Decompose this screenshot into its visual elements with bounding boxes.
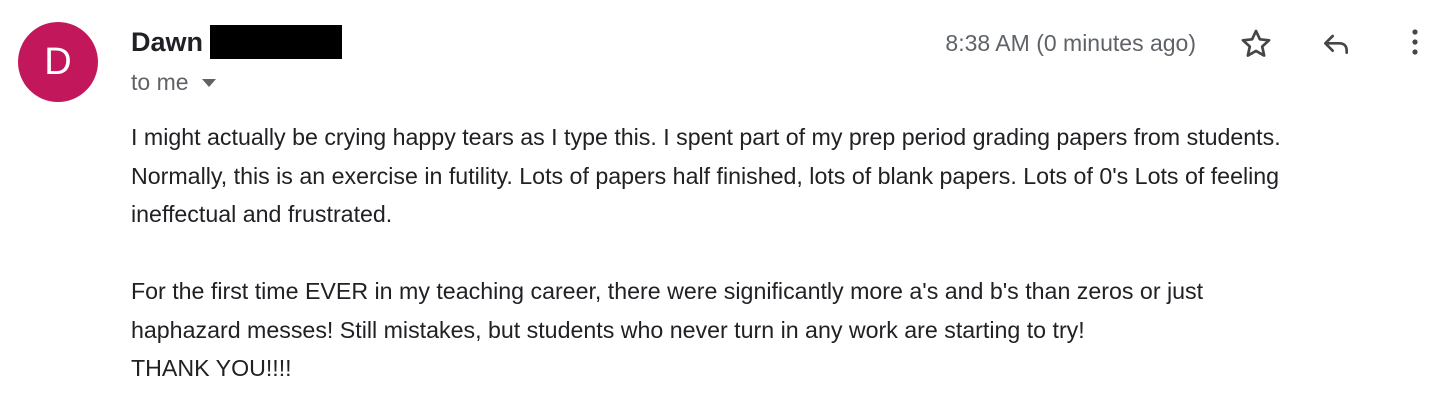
sender-name: Dawn [131, 27, 204, 57]
more-options-button[interactable] [1395, 22, 1435, 62]
reply-icon [1324, 34, 1348, 54]
sender-avatar[interactable]: D [18, 22, 98, 102]
recipient-details[interactable]: to me [131, 68, 216, 96]
message-timestamp: 8:38 AM (0 minutes ago) [945, 30, 1196, 56]
caret-down-icon[interactable] [201, 79, 216, 87]
message-body: I might actually be crying happy tears a… [131, 118, 1431, 388]
sender-row: Dawn [131, 25, 343, 59]
star-icon [1241, 29, 1271, 57]
body-paragraph-1: I might actually be crying happy tears a… [131, 124, 1281, 227]
body-paragraph-2: For the first time EVER in my teaching c… [131, 278, 1204, 343]
reply-button[interactable] [1316, 24, 1356, 64]
recipient-label: to me [131, 69, 189, 95]
more-vert-icon [1412, 29, 1418, 55]
star-button[interactable] [1236, 24, 1276, 64]
body-closing: THANK YOU!!!! [131, 355, 292, 381]
redaction-bar [210, 25, 343, 59]
